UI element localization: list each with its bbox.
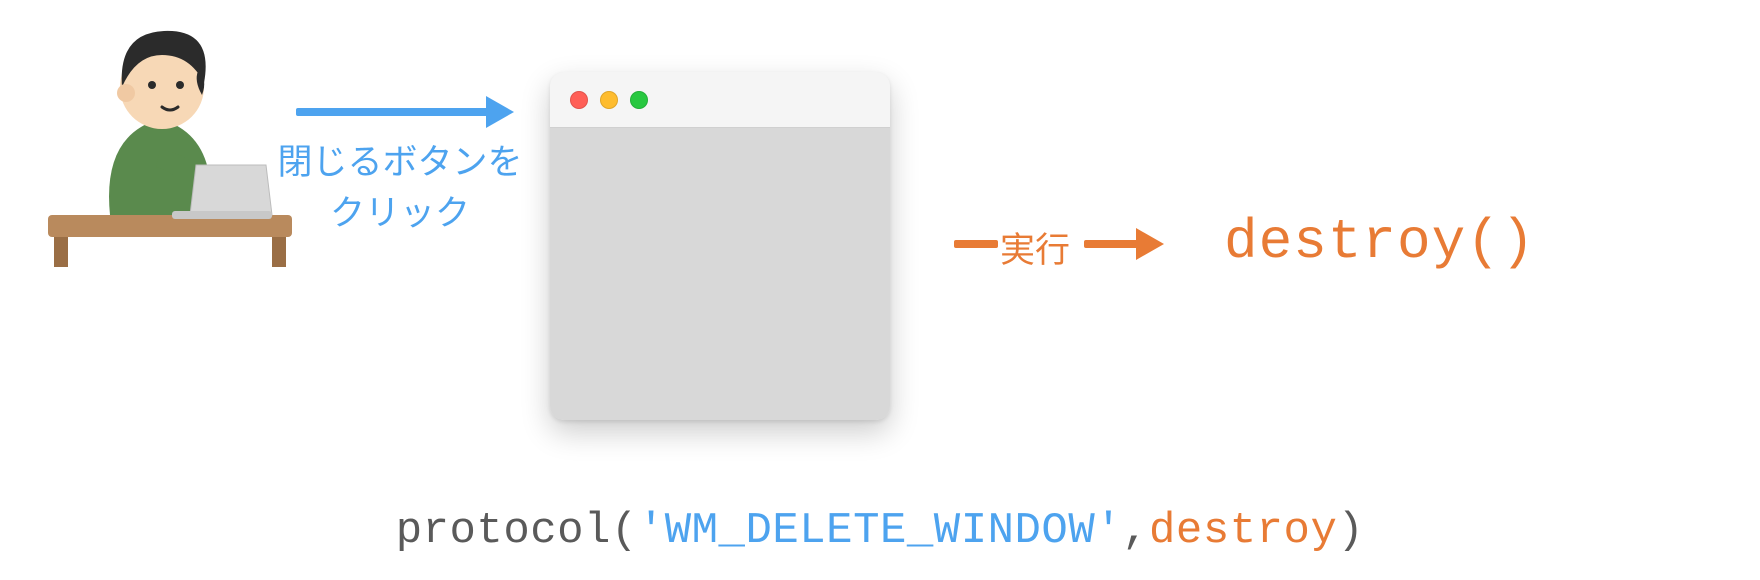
code-open: ( — [611, 506, 638, 556]
execute-label: 実行 — [998, 222, 1072, 273]
window-body — [550, 128, 890, 420]
code-comma: , — [1122, 506, 1149, 556]
code-fn: protocol — [396, 506, 611, 556]
protocol-code-line: protocol('WM_DELETE_WINDOW',destroy) — [0, 506, 1760, 556]
arrow-shaft — [296, 108, 488, 116]
code-close: ) — [1337, 506, 1364, 556]
arrow-shaft — [954, 240, 998, 248]
code-arg2: destroy — [1149, 506, 1337, 556]
execute-arrow: 実行 — [954, 224, 1184, 270]
click-label-line2: クリック — [330, 194, 470, 233]
app-window — [550, 72, 890, 420]
maximize-icon[interactable] — [630, 91, 648, 109]
diagram-root: 閉じるボタンを クリック 実行 destroy() protocol('WM_D… — [0, 0, 1760, 580]
arrow-shaft — [1084, 240, 1138, 248]
code-arg1: 'WM_DELETE_WINDOW' — [638, 506, 1122, 556]
click-label-line1: 閉じるボタンを — [277, 143, 522, 182]
arrow-head-icon — [486, 96, 514, 128]
minimize-icon[interactable] — [600, 91, 618, 109]
arrow-head-icon — [1136, 228, 1164, 260]
window-titlebar — [550, 72, 890, 128]
click-arrow — [296, 94, 520, 134]
destroy-call-code: destroy() — [1224, 210, 1535, 274]
click-label: 閉じるボタンを クリック — [260, 138, 540, 240]
close-icon[interactable] — [570, 91, 588, 109]
